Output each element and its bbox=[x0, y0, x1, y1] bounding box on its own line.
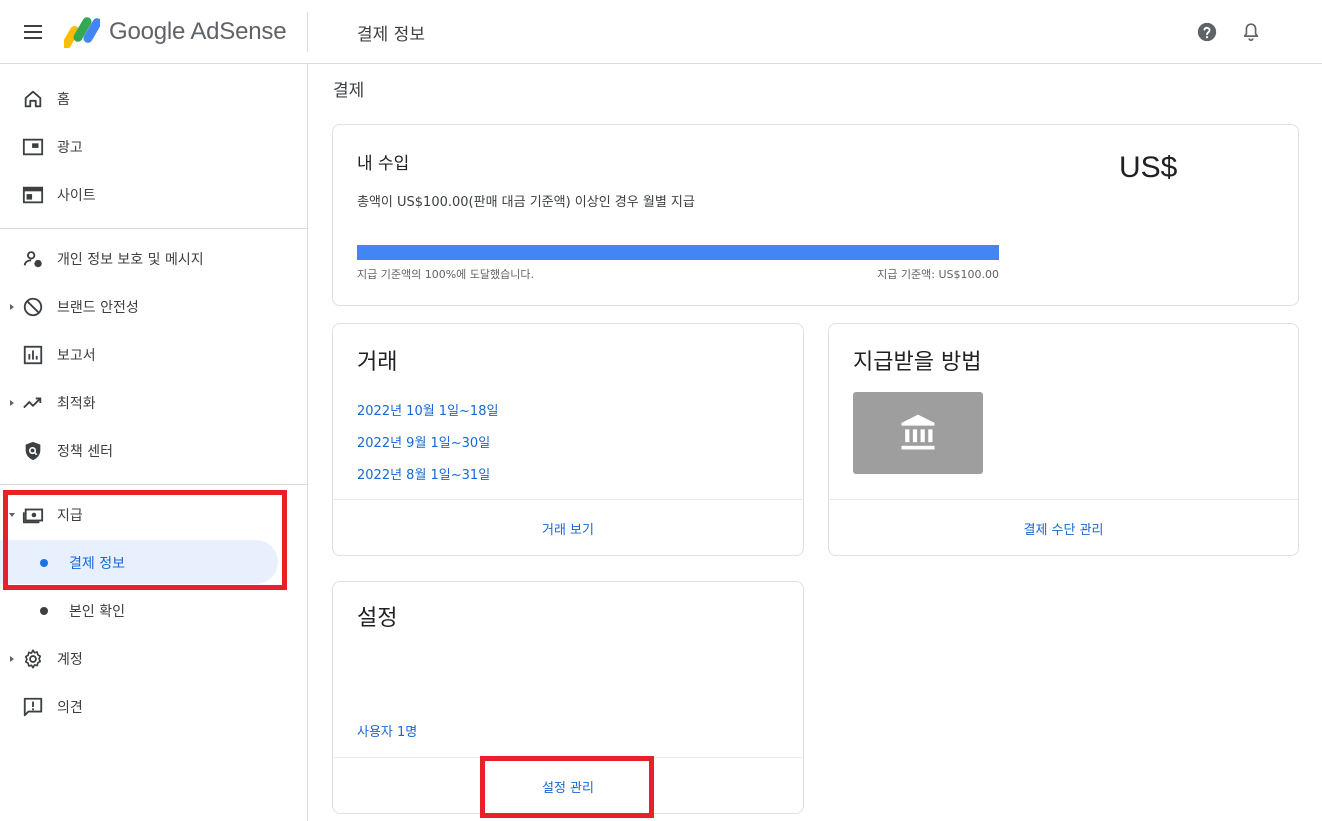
reports-icon bbox=[23, 345, 43, 365]
sidebar-subitem-identity-verification[interactable]: 본인 확인 bbox=[0, 588, 278, 632]
sidebar-item-feedback[interactable]: 의견 bbox=[0, 685, 307, 729]
bullet-dot-icon bbox=[40, 559, 48, 567]
sidebar: 홈 광고 사이트 개인 정보 보호 및 메시지 브랜드 안전성 보고서 최적화 … bbox=[0, 64, 308, 821]
bank-account-tile bbox=[853, 392, 983, 474]
collapse-caret-icon bbox=[9, 513, 15, 517]
home-icon bbox=[24, 90, 42, 108]
section-heading: 결제 bbox=[333, 81, 365, 101]
bullet-dot-icon bbox=[40, 607, 48, 615]
privacy-icon bbox=[23, 251, 42, 268]
progress-fill bbox=[357, 245, 999, 260]
sidebar-item-label: 사이트 bbox=[57, 188, 96, 204]
sidebar-item-label: 의견 bbox=[57, 700, 83, 716]
manage-settings-link[interactable]: 설정 관리 bbox=[333, 777, 803, 796]
sidebar-item-label: 보고서 bbox=[57, 348, 96, 364]
sidebar-subitem-payment-info[interactable]: 결제 정보 bbox=[0, 540, 278, 584]
expand-caret-icon bbox=[10, 656, 14, 662]
sidebar-divider bbox=[0, 484, 307, 485]
adsense-logo[interactable]: Google AdSense bbox=[64, 14, 287, 50]
sidebar-item-home[interactable]: 홈 bbox=[0, 77, 307, 121]
app-name: Google AdSense bbox=[109, 18, 287, 45]
transactions-card: 거래 2022년 10월 1일~18일 2022년 9월 1일~30일 2022… bbox=[332, 323, 804, 556]
expand-caret-icon bbox=[10, 304, 14, 310]
header-divider bbox=[307, 12, 308, 52]
card-divider bbox=[829, 499, 1298, 500]
bank-icon bbox=[901, 414, 935, 450]
top-app-bar: Google AdSense 결제 정보 bbox=[0, 0, 1322, 64]
gear-icon bbox=[24, 649, 42, 669]
sidebar-item-label: 정책 센터 bbox=[57, 444, 113, 460]
payment-threshold-progress bbox=[357, 245, 999, 260]
sidebar-item-sites[interactable]: 사이트 bbox=[0, 173, 307, 217]
sidebar-item-policy-center[interactable]: 정책 센터 bbox=[0, 429, 307, 473]
earnings-title: 내 수입 bbox=[357, 154, 410, 174]
sidebar-item-account[interactable]: 계정 bbox=[0, 637, 307, 681]
sidebar-item-reports[interactable]: 보고서 bbox=[0, 333, 307, 377]
feedback-icon bbox=[23, 697, 43, 717]
payments-icon bbox=[22, 508, 44, 524]
transaction-period-link[interactable]: 2022년 9월 1일~30일 bbox=[357, 432, 490, 451]
payment-method-card: 지급받을 방법 결제 수단 관리 bbox=[828, 323, 1299, 556]
sidebar-item-label: 개인 정보 보호 및 메시지 bbox=[57, 252, 204, 268]
sidebar-item-privacy-messaging[interactable]: 개인 정보 보호 및 메시지 bbox=[0, 237, 307, 281]
view-transactions-link[interactable]: 거래 보기 bbox=[333, 519, 803, 538]
sidebar-subitem-label: 본인 확인 bbox=[69, 604, 125, 620]
transactions-title: 거래 bbox=[357, 350, 398, 375]
sidebar-item-brand-safety[interactable]: 브랜드 안전성 bbox=[0, 285, 307, 329]
earnings-description: 총액이 US$100.00(판매 대금 기준액) 이상인 경우 월별 지급 bbox=[357, 195, 695, 210]
progress-status-text: 지급 기준액의 100%에 도달했습니다. bbox=[357, 268, 534, 281]
transaction-period-link[interactable]: 2022년 10월 1일~18일 bbox=[357, 400, 498, 419]
help-icon[interactable] bbox=[1196, 21, 1218, 43]
expand-caret-icon bbox=[10, 400, 14, 406]
card-divider bbox=[333, 499, 803, 500]
bell-icon[interactable] bbox=[1240, 20, 1262, 44]
sidebar-item-label: 계정 bbox=[57, 652, 83, 668]
sidebar-item-label: 지급 bbox=[57, 508, 83, 524]
sidebar-item-label: 최적화 bbox=[57, 396, 96, 412]
users-link[interactable]: 사용자 1명 bbox=[357, 721, 417, 740]
trending-icon bbox=[23, 397, 42, 409]
menu-icon[interactable] bbox=[22, 22, 46, 42]
sidebar-item-label: 브랜드 안전성 bbox=[57, 300, 139, 316]
card-divider bbox=[333, 757, 803, 758]
earnings-card: 내 수입 총액이 US$100.00(판매 대금 기준액) 이상인 경우 월별 … bbox=[332, 124, 1299, 306]
payment-threshold-text: 지급 기준액: US$100.00 bbox=[877, 268, 999, 281]
sidebar-item-label: 광고 bbox=[57, 140, 83, 156]
page-title: 결제 정보 bbox=[357, 25, 425, 45]
manage-payment-methods-link[interactable]: 결제 수단 관리 bbox=[829, 519, 1298, 538]
adsense-logo-icon bbox=[64, 17, 100, 48]
policy-shield-icon bbox=[25, 441, 41, 461]
sites-icon bbox=[22, 186, 44, 204]
ads-icon bbox=[22, 138, 44, 156]
settings-title: 설정 bbox=[357, 606, 398, 631]
sidebar-divider bbox=[0, 228, 307, 229]
sidebar-item-label: 홈 bbox=[57, 92, 70, 108]
sidebar-item-optimization[interactable]: 최적화 bbox=[0, 381, 307, 425]
sidebar-subitem-label: 결제 정보 bbox=[69, 556, 125, 572]
sidebar-item-ads[interactable]: 광고 bbox=[0, 125, 307, 169]
payment-method-title: 지급받을 방법 bbox=[853, 350, 982, 375]
transaction-period-link[interactable]: 2022년 8월 1일~31일 bbox=[357, 464, 490, 483]
earnings-amount: US$ bbox=[1119, 151, 1178, 184]
settings-card: 설정 사용자 1명 설정 관리 bbox=[332, 581, 804, 814]
block-icon bbox=[23, 297, 43, 317]
sidebar-item-payments[interactable]: 지급 bbox=[0, 493, 307, 537]
